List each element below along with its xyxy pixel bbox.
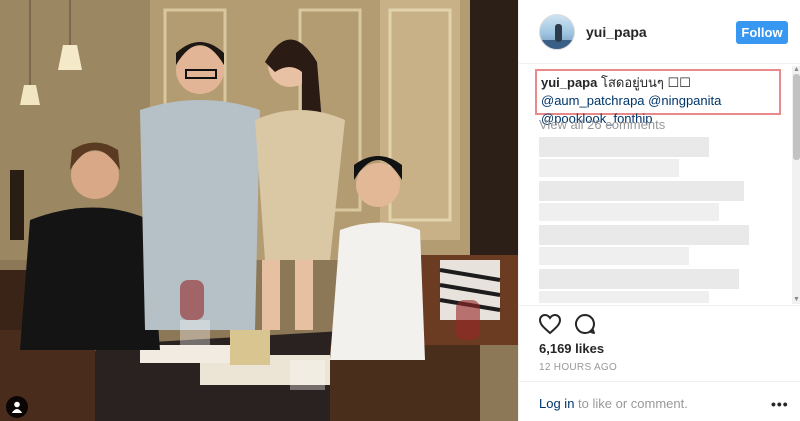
scroll-down-icon[interactable]: ▼ bbox=[793, 296, 800, 304]
avatar[interactable] bbox=[539, 14, 575, 50]
comment-icon[interactable] bbox=[573, 312, 597, 336]
blurred-comment bbox=[539, 291, 709, 303]
login-prompt-text: to like or comment. bbox=[574, 396, 688, 411]
follow-button[interactable]: Follow bbox=[736, 21, 788, 44]
mention-link[interactable]: @aum_patchrapa bbox=[541, 93, 645, 108]
blurred-comment bbox=[539, 203, 719, 221]
user-tag-button[interactable] bbox=[6, 396, 28, 418]
caption-text: โสดอยู่บนๆ ☐☐ bbox=[600, 75, 691, 90]
login-prompt: Log in to like or comment. bbox=[539, 396, 688, 411]
blurred-comment bbox=[539, 247, 689, 265]
post-timestamp[interactable]: 12 HOURS AGO bbox=[539, 362, 617, 373]
blurred-comment bbox=[539, 225, 749, 245]
view-all-comments-link[interactable]: View all 26 comments bbox=[539, 117, 665, 132]
blurred-comment bbox=[539, 159, 679, 177]
header-username[interactable]: yui_papa bbox=[586, 24, 647, 40]
post-actions: 6,169 likes 12 HOURS AGO bbox=[519, 305, 800, 380]
avatar-figure bbox=[555, 24, 562, 42]
mention-link[interactable]: @ningpanita bbox=[648, 93, 721, 108]
caption: yui_papa โสดอยู่บนๆ ☐☐ @aum_patchrapa @n… bbox=[535, 69, 781, 126]
more-options-icon[interactable]: ••• bbox=[771, 396, 789, 412]
blurred-comment bbox=[539, 269, 739, 289]
blurred-comment bbox=[539, 137, 709, 157]
caption-username[interactable]: yui_papa bbox=[541, 75, 597, 90]
post-photo[interactable] bbox=[0, 0, 518, 421]
post-footer: Log in to like or comment. ••• bbox=[519, 381, 800, 421]
scrollbar-thumb[interactable] bbox=[793, 74, 800, 160]
comments-section[interactable]: yui_papa โสดอยู่บนๆ ☐☐ @aum_patchrapa @n… bbox=[519, 65, 800, 305]
heart-icon[interactable] bbox=[538, 312, 562, 336]
scroll-up-icon[interactable]: ▲ bbox=[793, 66, 800, 74]
post-sidebar: yui_papa Follow yui_papa โสดอยู่บนๆ ☐☐ @… bbox=[518, 0, 800, 421]
likes-count[interactable]: 6,169 likes bbox=[539, 341, 604, 356]
post-header: yui_papa Follow bbox=[519, 0, 800, 64]
blurred-comment bbox=[539, 181, 744, 201]
person-icon bbox=[11, 401, 23, 413]
photo-scene bbox=[0, 0, 518, 421]
login-link[interactable]: Log in bbox=[539, 396, 574, 411]
